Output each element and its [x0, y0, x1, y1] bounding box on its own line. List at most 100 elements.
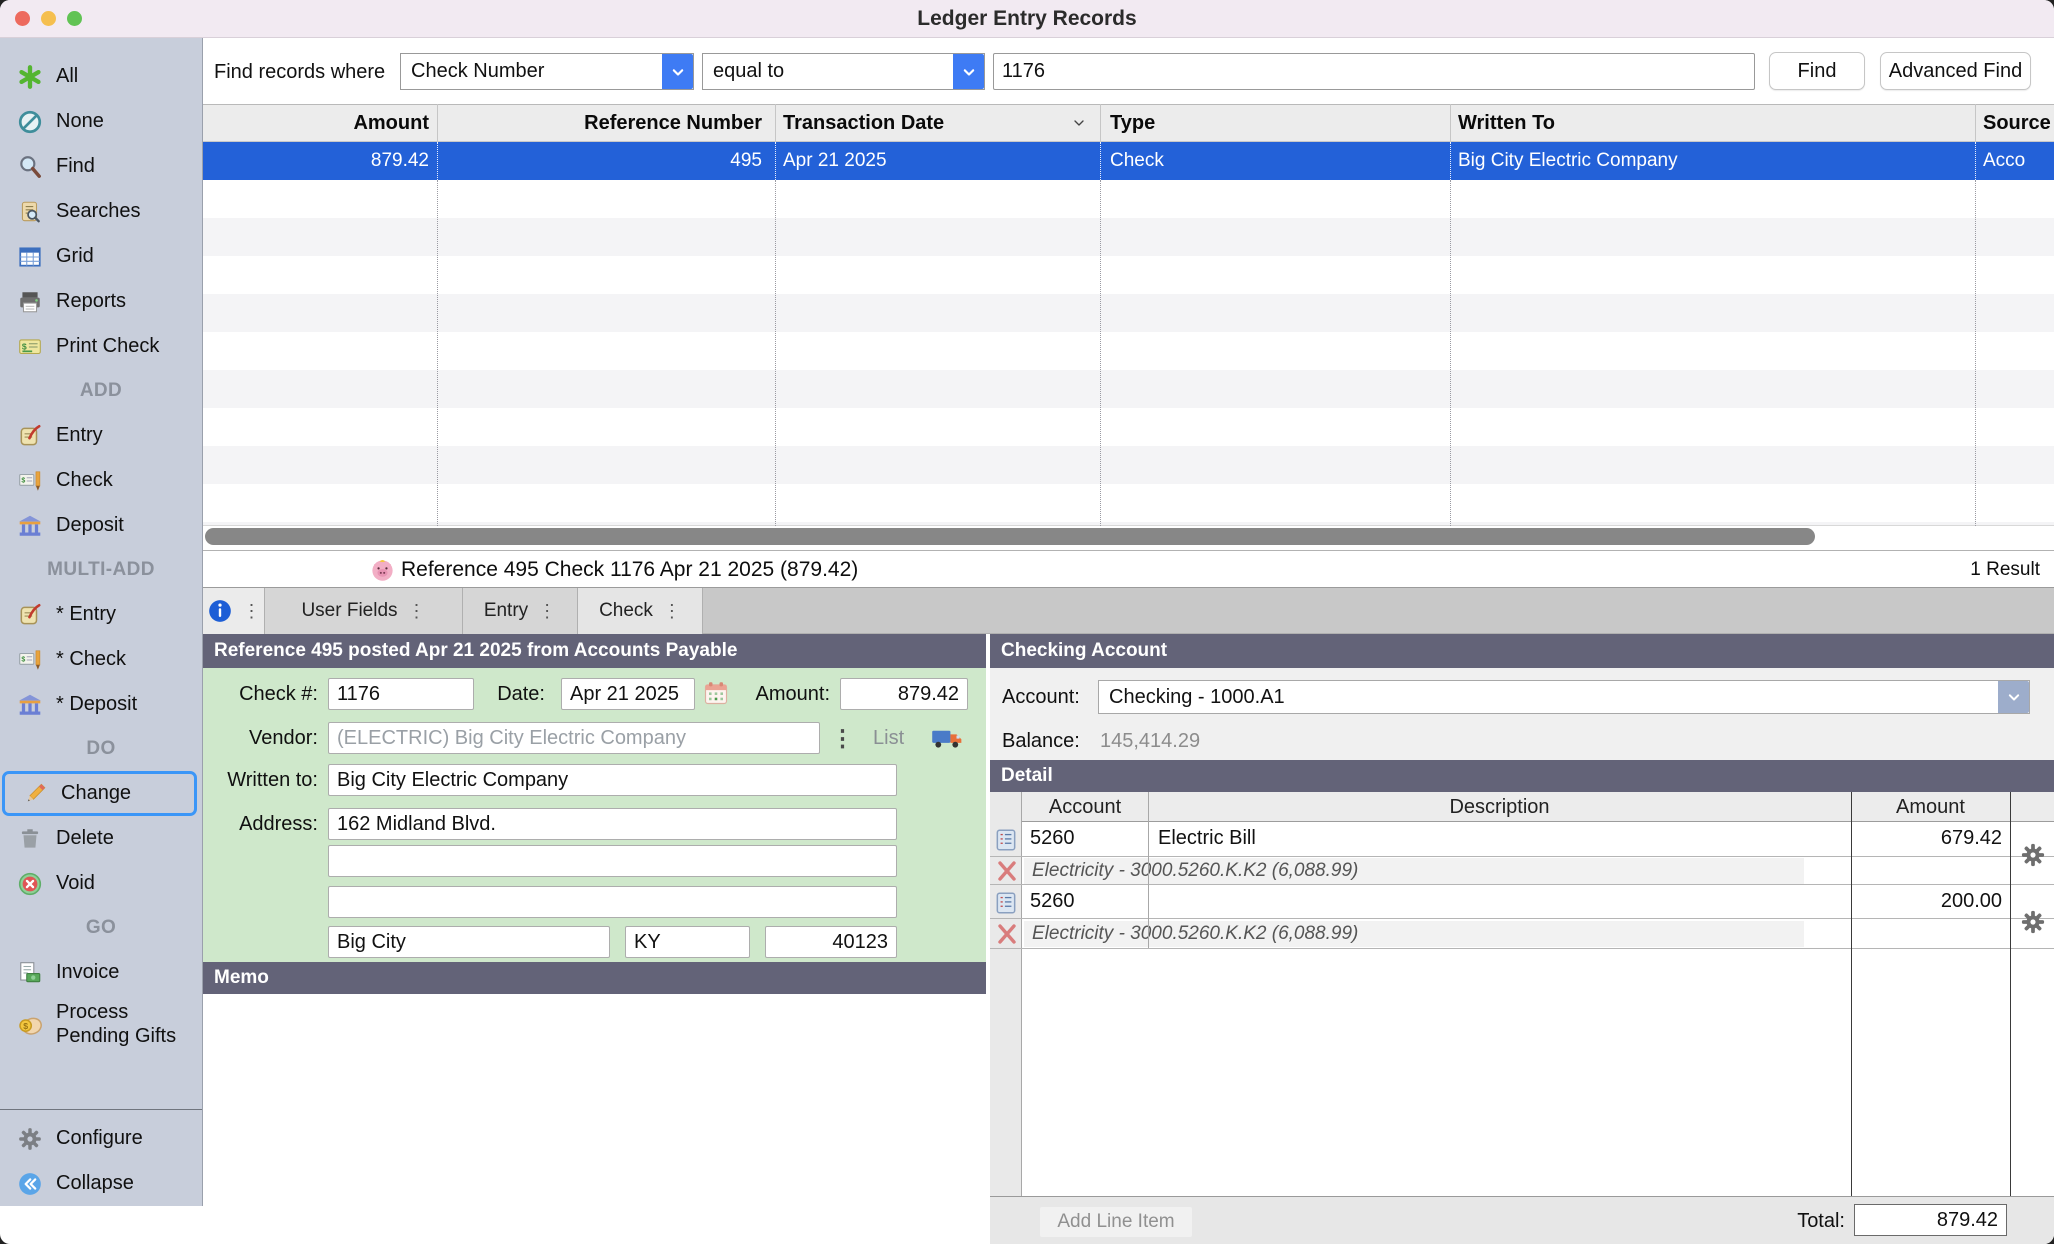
line-options-gear-icon[interactable]: [2019, 841, 2047, 874]
column-divider: [1450, 180, 1451, 526]
tab-bar: ⋮ User Fields ⋮ Entry ⋮ Check ⋮: [203, 588, 2054, 634]
column-divider: [1100, 180, 1101, 526]
column-header-reference-number[interactable]: Reference Number: [443, 105, 762, 142]
detail-amount-cell[interactable]: 200.00: [1851, 885, 2002, 918]
sidebar-item-all[interactable]: All: [0, 54, 202, 99]
gear-icon: [16, 1125, 44, 1153]
cell-type: Check: [1110, 142, 1164, 180]
check-panel: Check #: Date: Amount: Vendor: ⋮ List Wr…: [203, 668, 986, 962]
app-window: Ledger Entry Records SHOW All None Find …: [0, 0, 2054, 1244]
asterisk-icon: [16, 63, 44, 91]
sidebar-item-multi-deposit[interactable]: * Deposit: [0, 682, 202, 727]
column-divider: [1975, 142, 1976, 180]
column-header-type[interactable]: Type: [1110, 105, 1155, 142]
sidebar-item-delete[interactable]: Delete: [0, 816, 202, 861]
cell-transaction-date: Apr 21 2025: [783, 142, 887, 180]
zip-input[interactable]: [765, 926, 897, 958]
total-value: 879.42: [1854, 1204, 2007, 1236]
sidebar-item-print-check[interactable]: $ Print Check: [0, 324, 202, 369]
find-operator-select[interactable]: equal to: [702, 53, 985, 90]
vendor-list-button[interactable]: List: [873, 722, 904, 754]
detail-description-cell[interactable]: Electric Bill: [1158, 822, 1256, 855]
detail-column-divider: [1148, 792, 1149, 948]
detail-amount-cell[interactable]: 679.42: [1851, 822, 2002, 855]
calendar-icon[interactable]: [702, 679, 730, 712]
cell-amount: 879.42: [213, 142, 429, 180]
detail-account-cell[interactable]: 5260: [1030, 885, 1075, 918]
chevron-down-icon[interactable]: [662, 54, 693, 89]
truck-icon[interactable]: [931, 724, 965, 757]
check-number-label: Check #:: [203, 678, 318, 710]
remove-line-icon[interactable]: [995, 922, 1019, 951]
vendor-input[interactable]: [328, 722, 820, 754]
sidebar-item-change[interactable]: Change: [2, 771, 197, 816]
sort-chevron-icon[interactable]: [1071, 107, 1087, 144]
sidebar-item-multi-check[interactable]: $ * Check: [0, 637, 202, 682]
tab-options-icon[interactable]: ⋮: [663, 601, 681, 622]
sidebar-header-do: DO: [0, 727, 202, 771]
ledger-book-icon[interactable]: [993, 827, 1019, 858]
detail-account-cell[interactable]: 5260: [1030, 822, 1075, 855]
chevron-down-icon[interactable]: [953, 54, 984, 89]
amount-input[interactable]: [840, 678, 968, 710]
chevron-down-icon[interactable]: [1998, 681, 2029, 713]
tab-info[interactable]: ⋮: [203, 588, 265, 634]
column-header-transaction-date[interactable]: Transaction Date: [783, 105, 944, 142]
sidebar-item-searches[interactable]: Searches: [0, 189, 202, 234]
selected-ledger-row[interactable]: 879.42 495 Apr 21 2025 Check Big City El…: [203, 142, 2054, 180]
tab-options-icon[interactable]: ⋮: [408, 601, 426, 622]
find-button[interactable]: Find: [1769, 52, 1865, 90]
city-input[interactable]: [328, 926, 610, 958]
account-label: Account:: [1002, 680, 1080, 714]
sidebar-item-entry[interactable]: Entry: [0, 413, 202, 458]
tab-entry[interactable]: Entry ⋮: [463, 588, 578, 634]
sidebar-item-void[interactable]: Void: [0, 861, 202, 906]
sidebar-spacer: [0, 1053, 202, 1109]
table-grid-icon: [16, 243, 44, 271]
add-line-item-button[interactable]: Add Line Item: [1040, 1207, 1192, 1237]
horizontal-scrollbar[interactable]: [205, 528, 1815, 545]
address-line2-input[interactable]: [328, 845, 897, 877]
vendor-options-icon[interactable]: ⋮: [831, 722, 854, 754]
ledger-book-icon[interactable]: [993, 890, 1019, 921]
tab-check[interactable]: Check ⋮: [578, 588, 703, 634]
sidebar-item-none[interactable]: None: [0, 99, 202, 144]
address-line1-input[interactable]: [328, 808, 897, 840]
advanced-find-button[interactable]: Advanced Find: [1880, 52, 2031, 90]
check-number-input[interactable]: [328, 678, 474, 710]
tab-user-fields[interactable]: User Fields ⋮: [265, 588, 463, 634]
written-to-input[interactable]: [328, 764, 897, 796]
sidebar-item-collapse[interactable]: Collapse: [0, 1161, 202, 1206]
line-options-gear-icon[interactable]: [2019, 908, 2047, 941]
sidebar-item-reports[interactable]: Reports: [0, 279, 202, 324]
date-input[interactable]: [561, 678, 695, 710]
address-line3-input[interactable]: [328, 886, 897, 918]
column-divider: [1450, 104, 1451, 142]
sidebar-item-check[interactable]: $ Check: [0, 458, 202, 503]
collapse-chevrons-icon: [16, 1170, 44, 1198]
column-header-written-to[interactable]: Written To: [1458, 105, 1555, 142]
scroll-magnifier-icon: [16, 198, 44, 226]
memo-field[interactable]: [203, 994, 986, 1244]
find-field-select[interactable]: Check Number: [400, 53, 694, 90]
tab-options-icon[interactable]: ⋮: [538, 601, 556, 622]
sidebar-item-configure[interactable]: Configure: [0, 1116, 202, 1161]
date-label: Date:: [455, 678, 545, 710]
balance-value: 145,414.29: [1100, 724, 1200, 758]
results-table-body[interactable]: [203, 180, 2054, 526]
column-header-amount[interactable]: Amount: [213, 105, 429, 142]
account-select[interactable]: Checking - 1000.A1: [1098, 680, 2030, 714]
info-icon: [207, 598, 233, 624]
sidebar-item-find[interactable]: Find: [0, 144, 202, 189]
sidebar-item-process-pending-gifts[interactable]: $ Process Pending Gifts: [0, 995, 202, 1053]
sidebar-item-multi-entry[interactable]: * Entry: [0, 592, 202, 637]
sidebar-item-invoice[interactable]: Invoice: [0, 950, 202, 995]
state-input[interactable]: [625, 926, 750, 958]
window-title: Ledger Entry Records: [0, 0, 2054, 38]
column-header-source[interactable]: Source: [1983, 105, 2051, 142]
find-value-input[interactable]: [993, 53, 1755, 90]
sidebar-item-grid[interactable]: Grid: [0, 234, 202, 279]
find-bar: Find records where Check Number equal to…: [203, 38, 2054, 104]
sidebar-item-deposit[interactable]: Deposit: [0, 503, 202, 548]
tab-options-icon[interactable]: ⋮: [243, 601, 261, 622]
